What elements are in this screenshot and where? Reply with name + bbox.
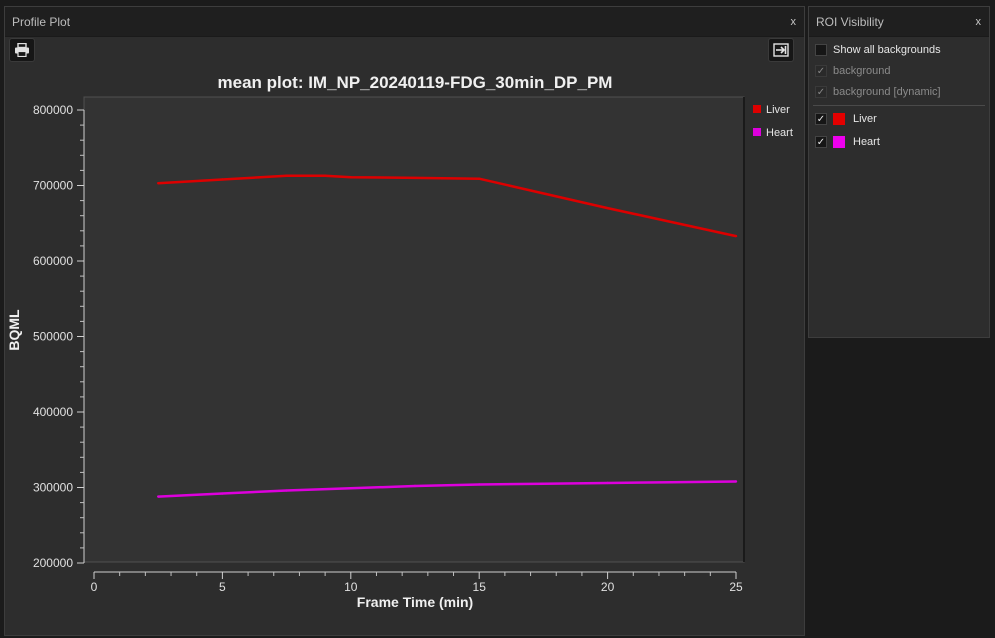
roi-divider — [813, 105, 985, 106]
data-point-heart — [157, 495, 160, 498]
roi-label-background: background — [833, 65, 891, 77]
y-tick-label: 700000 — [33, 179, 73, 193]
data-point-liver — [734, 234, 738, 238]
roi-visibility-panel: ROI Visibility x Show all backgrounds ✓ … — [808, 6, 990, 338]
roi-label-background-dynamic: background [dynamic] — [833, 86, 941, 98]
y-tick-label: 400000 — [33, 405, 73, 419]
profile-plot-panel: Profile Plot x mean plot: IM_NP_20240119… — [4, 6, 805, 636]
x-tick-label: 25 — [729, 580, 743, 594]
legend-label-heart: Heart — [766, 127, 793, 139]
x-tick-label: 10 — [344, 580, 358, 594]
y-axis: 200000 300000 400000 500000 600000 700000 8000… — [33, 103, 85, 570]
y-tick-label: 200000 — [33, 556, 73, 570]
roi-checkbox-liver[interactable]: ✓ — [815, 113, 827, 125]
data-point-heart — [413, 484, 417, 488]
data-point-heart — [606, 481, 609, 485]
data-point-liver — [349, 175, 352, 179]
x-tick-label: 5 — [219, 580, 226, 594]
roi-color-swatch-liver — [833, 113, 845, 125]
legend-swatch-heart — [753, 128, 761, 136]
legend: Liver Heart — [753, 104, 793, 139]
data-point-liver — [478, 177, 481, 180]
roi-visibility-title: ROI Visibility — [816, 15, 884, 29]
data-point-heart — [670, 481, 673, 484]
roi-checkbox-background: ✓ — [815, 65, 827, 77]
roi-color-swatch-heart — [833, 136, 845, 148]
roi-label-liver: Liver — [853, 113, 877, 125]
x-tick-label: 20 — [601, 580, 615, 594]
roi-item-liver[interactable]: ✓ Liver — [815, 110, 877, 128]
plot-area — [83, 96, 745, 563]
data-point-heart — [478, 483, 481, 486]
data-point-liver — [221, 178, 224, 181]
data-point-heart — [734, 480, 738, 483]
data-point-liver — [323, 174, 327, 177]
y-tick-label: 500000 — [33, 330, 73, 344]
roi-item-background-dynamic: ✓ background [dynamic] — [815, 83, 941, 101]
y-tick-label: 600000 — [33, 254, 73, 268]
data-point-liver — [413, 176, 417, 180]
roi-item-background: ✓ background — [815, 62, 891, 80]
y-axis-label: BQML — [6, 309, 22, 351]
x-axis-label: Frame Time (min) — [357, 594, 473, 610]
roi-checkbox-background-dynamic: ✓ — [815, 86, 827, 98]
show-all-backgrounds-checkbox[interactable] — [815, 44, 827, 56]
roi-checkbox-heart[interactable]: ✓ — [815, 136, 827, 148]
roi-label-heart: Heart — [853, 136, 880, 148]
roi-visibility-close-button[interactable]: x — [976, 16, 982, 28]
roi-visibility-header: ROI Visibility x — [809, 7, 989, 37]
show-all-backgrounds-toggle[interactable]: Show all backgrounds — [815, 41, 941, 59]
data-point-liver — [285, 174, 288, 177]
show-all-backgrounds-label: Show all backgrounds — [833, 44, 941, 56]
legend-label-liver: Liver — [766, 104, 790, 116]
data-point-liver — [606, 206, 609, 210]
x-tick-label: 0 — [91, 580, 98, 594]
data-point-liver — [157, 182, 160, 185]
legend-swatch-liver — [753, 105, 761, 113]
y-tick-label: 300000 — [33, 481, 73, 495]
data-point-heart — [221, 492, 224, 495]
chart-title: mean plot: IM_NP_20240119-FDG_30min_DP_P… — [218, 73, 613, 92]
x-tick-label: 15 — [473, 580, 487, 594]
data-point-heart — [285, 489, 288, 492]
roi-item-heart[interactable]: ✓ Heart — [815, 133, 880, 151]
data-point-heart — [349, 487, 352, 490]
x-axis: 0 5 10 15 20 25 — [91, 571, 743, 594]
data-point-heart — [542, 482, 545, 485]
y-tick-label: 800000 — [33, 103, 73, 117]
profile-chart: mean plot: IM_NP_20240119-FDG_30min_DP_P… — [6, 73, 793, 610]
